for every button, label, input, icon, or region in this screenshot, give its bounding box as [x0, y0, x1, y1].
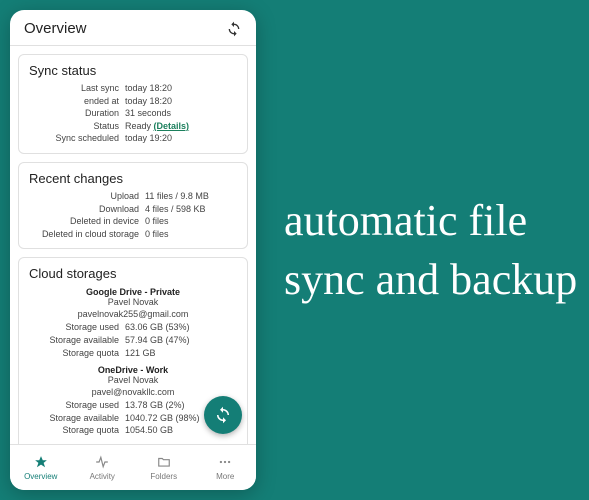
row-label: Download [29, 203, 145, 216]
data-row: Deleted in device 0 files [29, 215, 237, 228]
tagline-text: automatic file sync and backup [284, 191, 589, 310]
row-value: today 18:20 [125, 95, 237, 108]
row-value: today 18:20 [125, 82, 237, 95]
folders-icon [156, 454, 172, 470]
sync-fab[interactable] [204, 396, 242, 434]
storage-email: pavelnovak255@gmail.com [29, 309, 237, 319]
row-label: Storage quota [29, 424, 125, 437]
row-value: 31 seconds [125, 107, 237, 120]
storage-account[interactable]: Google Drive - Private Pavel Novak pavel… [29, 287, 237, 359]
data-row: Last sync today 18:20 [29, 82, 237, 95]
row-value: Ready (Details) [125, 120, 237, 133]
details-link[interactable]: (Details) [154, 121, 190, 131]
row-label: Last sync [29, 82, 125, 95]
row-label: Storage used [29, 399, 125, 412]
tab-folders[interactable]: Folders [133, 445, 195, 490]
tab-label: Activity [90, 472, 115, 481]
row-label: Deleted in cloud storage [29, 228, 145, 241]
data-row: Storage quota 1054.50 GB [29, 424, 237, 437]
row-value: 0 files [145, 215, 237, 228]
storage-user: Pavel Novak [29, 375, 237, 385]
tab-label: Folders [150, 472, 177, 481]
row-value: 0 files [145, 228, 237, 241]
recent-changes-card: Recent changes Upload 11 files / 9.8 MB … [18, 162, 248, 249]
data-row: Deleted in cloud storage 0 files [29, 228, 237, 241]
storage-user: Pavel Novak [29, 297, 237, 307]
row-value: 57.94 GB (47%) [125, 334, 237, 347]
sync-icon[interactable] [226, 21, 242, 37]
data-row: Sync scheduled today 19:20 [29, 132, 237, 145]
card-title: Cloud storages [29, 266, 237, 281]
row-label: Upload [29, 190, 145, 203]
storage-name: OneDrive - Work [29, 365, 237, 375]
data-row: ended at today 18:20 [29, 95, 237, 108]
phone-frame: Overview Sync status Last sync today 18:… [10, 10, 256, 490]
data-row: Status Ready (Details) [29, 120, 237, 133]
sync-status-rows: Last sync today 18:20 ended at today 18:… [29, 82, 237, 145]
data-row: Storage used 63.06 GB (53%) [29, 321, 237, 334]
bottom-nav: Overview Activity Folders More [10, 444, 256, 490]
data-row: Storage available 57.94 GB (47%) [29, 334, 237, 347]
marketing-tagline: automatic file sync and backup [256, 191, 589, 310]
app-topbar: Overview [10, 10, 256, 46]
tab-activity[interactable]: Activity [72, 445, 134, 490]
row-value: 121 GB [125, 347, 237, 360]
row-label: Deleted in device [29, 215, 145, 228]
tab-label: More [216, 472, 234, 481]
tab-overview[interactable]: Overview [10, 445, 72, 490]
row-value: 63.06 GB (53%) [125, 321, 237, 334]
row-label: Status [29, 120, 125, 133]
row-value: 11 files / 9.8 MB [145, 190, 237, 203]
data-row: Duration 31 seconds [29, 107, 237, 120]
row-label: Storage available [29, 412, 125, 425]
data-row: Storage quota 121 GB [29, 347, 237, 360]
row-value: today 19:20 [125, 132, 237, 145]
overview-icon [33, 454, 49, 470]
storage-name: Google Drive - Private [29, 287, 237, 297]
card-title: Sync status [29, 63, 237, 78]
row-label: Storage quota [29, 347, 125, 360]
card-title: Recent changes [29, 171, 237, 186]
row-label: Sync scheduled [29, 132, 125, 145]
storage-account[interactable]: OneDrive - Work Pavel Novak pavel@novakl… [29, 365, 237, 437]
data-row: Download 4 files / 598 KB [29, 203, 237, 216]
more-icon [217, 454, 233, 470]
row-value: 4 files / 598 KB [145, 203, 237, 216]
row-label: Storage used [29, 321, 125, 334]
recent-changes-rows: Upload 11 files / 9.8 MB Download 4 file… [29, 190, 237, 240]
data-row: Upload 11 files / 9.8 MB [29, 190, 237, 203]
storage-email: pavel@novakllc.com [29, 387, 237, 397]
activity-icon [94, 454, 110, 470]
tab-more[interactable]: More [195, 445, 257, 490]
row-label: Storage available [29, 334, 125, 347]
row-label: ended at [29, 95, 125, 108]
tab-label: Overview [24, 472, 57, 481]
row-label: Duration [29, 107, 125, 120]
sync-status-card: Sync status Last sync today 18:20 ended … [18, 54, 248, 154]
page-title: Overview [24, 20, 87, 37]
